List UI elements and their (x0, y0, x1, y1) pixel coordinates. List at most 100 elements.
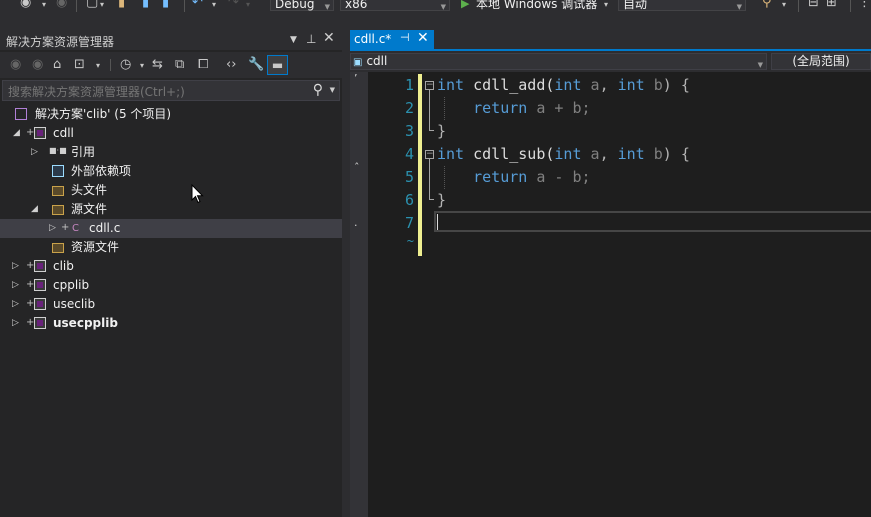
undo-dropdown-icon[interactable]: ▾ (212, 0, 216, 12)
tree-item-project[interactable]: ▷ + clib (0, 257, 342, 276)
filter-folder-icon (52, 186, 64, 196)
solution-config-select[interactable]: Debug ▼ (270, 0, 334, 11)
find-icon[interactable]: ⚲ (762, 0, 772, 10)
vc-project-icon (34, 260, 46, 272)
show-all-files-icon[interactable]: ⧠ (198, 56, 208, 74)
sync-icon[interactable]: ⇆ (152, 56, 163, 74)
line-number: 2 (404, 99, 414, 117)
start-debugger-button[interactable]: 本地 Windows 调试器 (476, 0, 597, 11)
punctuation: } (437, 122, 447, 140)
back-icon[interactable]: ◉ (10, 56, 21, 74)
vc-project-icon (34, 298, 46, 310)
tree-item-solution[interactable]: 解决方案'clib' (5 个项目) (0, 105, 342, 124)
overflow-icon[interactable]: ⋮ (858, 0, 871, 10)
properties-icon[interactable]: 🔧 (248, 56, 264, 74)
tree-item-folder[interactable]: 外部依赖项 (0, 162, 342, 181)
tree-item-label: usecpplib (53, 316, 118, 330)
redo-dropdown-icon[interactable]: ▾ (246, 0, 250, 12)
keyword: int (554, 145, 582, 163)
filter-folder-open-icon (52, 205, 64, 215)
pin-tab-icon[interactable]: ⊣ (400, 31, 410, 44)
pin-icon[interactable]: ⊥ (306, 32, 316, 46)
new-project-dropdown-icon[interactable]: ▾ (100, 0, 104, 12)
margin-mark: ’ (354, 72, 358, 85)
tab-accent-line (350, 49, 871, 51)
solution-search-input[interactable] (6, 82, 310, 101)
expression: a - b; (527, 168, 591, 186)
tab-cdll-c[interactable]: cdll.c* ⊣ ✕ (350, 30, 434, 50)
project-scope-select[interactable]: ▣ cdll ▼ (350, 53, 767, 70)
undo-icon[interactable]: ↶ (192, 0, 203, 10)
layout-icon[interactable]: ⊟ (808, 0, 819, 10)
outline-end (429, 199, 434, 200)
code-editor[interactable] (350, 72, 871, 517)
indicator-margin (350, 72, 368, 517)
solution-search-box[interactable]: ⚲ ▼ (2, 80, 340, 101)
parameter: a (581, 145, 600, 163)
vc-project-icon (34, 317, 46, 329)
open-folder-icon[interactable]: ▮ (118, 0, 125, 10)
search-options-dropdown-icon[interactable]: ▼ (330, 86, 335, 94)
collapsed-arrow-icon[interactable]: ▷ (12, 314, 19, 333)
back-dropdown-icon[interactable]: ▾ (42, 0, 46, 12)
window-position-icon[interactable]: ▼ (290, 35, 297, 45)
collapse-region-icon[interactable]: − (425, 81, 434, 90)
view-code-icon[interactable]: ‹› (226, 56, 236, 74)
switch-views-dropdown-icon[interactable]: ▾ (96, 57, 100, 75)
external-dependencies-icon (52, 165, 64, 177)
toolbar-separator (76, 0, 77, 12)
expanded-arrow-icon[interactable]: ◢ (13, 124, 20, 143)
pending-changes-icon[interactable]: ◷ (120, 56, 131, 74)
switch-views-icon[interactable]: ⊡ (74, 56, 85, 74)
debug-target-select[interactable]: 自动 ▼ (618, 0, 746, 11)
find-dropdown-icon[interactable]: ▾ (782, 0, 786, 12)
play-icon[interactable]: ▶ (461, 0, 469, 11)
forward-nav-icon[interactable]: ◉ (56, 0, 67, 10)
references-icon (49, 141, 67, 160)
panel-splitter[interactable] (342, 30, 350, 517)
collapsed-arrow-icon[interactable]: ▷ (12, 257, 19, 276)
punctuation: ) { (662, 145, 690, 163)
end-of-file-marker: ~ (406, 234, 414, 248)
collapsed-arrow-icon[interactable]: ▷ (31, 143, 38, 162)
split-icon[interactable]: ⊞ (826, 0, 837, 10)
pending-changes-dropdown-icon[interactable]: ▾ (140, 57, 144, 75)
tree-item-project[interactable]: ▷ + useclib (0, 295, 342, 314)
member-scope-select[interactable]: (全局范围) (771, 53, 871, 70)
home-icon[interactable]: ⌂ (53, 56, 61, 74)
tree-item-label: useclib (53, 297, 96, 311)
tree-item-project[interactable]: ▷ + cpplib (0, 276, 342, 295)
collapsed-arrow-icon[interactable]: ▷ (12, 276, 19, 295)
save-icon[interactable]: ▮ (142, 0, 149, 10)
search-icon[interactable]: ⚲ (313, 82, 323, 98)
close-icon[interactable]: ✕ (323, 30, 335, 46)
vc-project-icon (34, 127, 46, 139)
new-project-icon[interactable]: ▢ (86, 0, 98, 10)
tree-item-file[interactable]: ▷ + C cdll.c (0, 219, 342, 238)
tree-item-folder[interactable]: 头文件 (0, 181, 342, 200)
close-tab-icon[interactable]: ✕ (417, 30, 429, 46)
line-number: 5 (404, 168, 414, 186)
preview-selected-icon[interactable]: ▬ (267, 55, 288, 75)
tree-item-folder[interactable]: 资源文件 (0, 238, 342, 257)
collapsed-arrow-icon[interactable]: ▷ (12, 295, 19, 314)
parameter: a (581, 76, 600, 94)
collapse-all-icon[interactable]: ⧉ (175, 56, 184, 74)
expression: a + b; (527, 99, 591, 117)
tree-item-folder[interactable]: ▷ 引用 (0, 141, 342, 162)
expanded-arrow-icon[interactable]: ◢ (31, 200, 38, 219)
tree-item-label: 引用 (71, 145, 96, 159)
save-all-icon[interactable]: ▮ (162, 0, 169, 10)
collapsed-arrow-icon[interactable]: ▷ (49, 219, 56, 238)
tree-item-project-startup[interactable]: ▷ + usecpplib (0, 314, 342, 333)
code-line-3: } (437, 120, 446, 143)
platform-select[interactable]: x86 ▼ (340, 0, 450, 11)
tree-item-folder[interactable]: ◢ 源文件 (0, 200, 342, 219)
back-nav-icon[interactable]: ◉ (20, 0, 31, 10)
redo-icon[interactable]: ↷ (228, 0, 239, 10)
punctuation: , (599, 76, 618, 94)
forward-icon[interactable]: ◉ (32, 56, 43, 74)
debug-target-value: 自动 (623, 0, 648, 11)
debugger-dropdown-icon[interactable]: ▾ (604, 0, 608, 12)
collapse-region-icon[interactable]: − (425, 150, 434, 159)
